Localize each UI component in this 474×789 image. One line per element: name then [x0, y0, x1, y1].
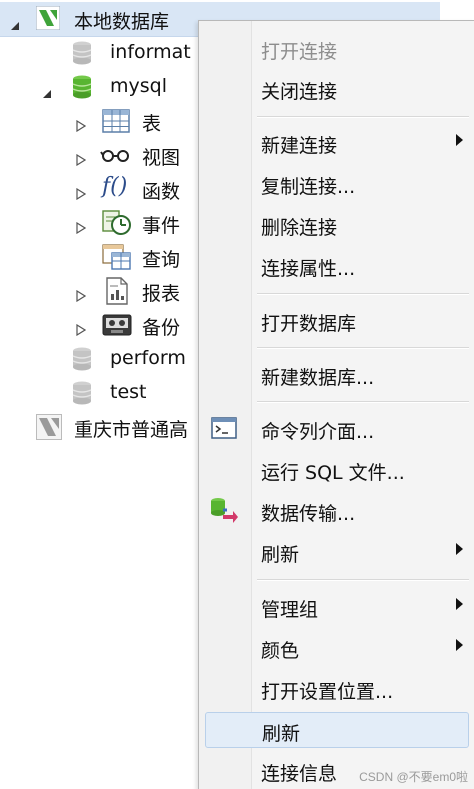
tree-item-label: 本地数据库 [74, 11, 170, 33]
menu-item-label: 刷新 [262, 723, 301, 745]
submenu-arrow-icon [456, 598, 463, 610]
connection-inactive-icon [36, 414, 62, 445]
menu-item-open-database[interactable]: 打开数据库 [199, 303, 474, 337]
mysql-connection-icon [35, 5, 61, 35]
event-clock-icon [102, 209, 132, 242]
function-fx-icon: f() [102, 174, 128, 199]
menu-separator [257, 293, 469, 295]
menu-separator [257, 579, 469, 581]
tree-item-label: 重庆市普通高 [74, 419, 189, 441]
menu-item-new-database[interactable]: 新建数据库... [199, 357, 474, 391]
menu-item-label: 打开数据库 [261, 313, 357, 335]
watermark: CSDN @不要em0啦 [359, 770, 468, 784]
tree-item-label: mysql [110, 75, 167, 97]
expanded-triangle-icon[interactable] [42, 82, 52, 104]
database-cylinder-icon [72, 75, 92, 104]
menu-item-label: 打开设置位置... [261, 681, 394, 703]
database-cylinder-icon [72, 41, 92, 70]
backup-tape-icon [102, 313, 132, 342]
menu-item-command-line[interactable]: 命令列介面... [199, 411, 474, 445]
menu-item-data-transfer[interactable]: 数据传输... [199, 493, 474, 527]
collapsed-triangle-icon[interactable] [76, 217, 87, 239]
menu-item-open-settings-location[interactable]: 打开设置位置... [199, 671, 474, 705]
menu-item-open-connection[interactable]: 打开连接 [199, 31, 474, 65]
tree-item-label: 查询 [142, 249, 181, 271]
glasses-view-icon [100, 146, 132, 169]
tree-item-label: 备份 [142, 317, 181, 339]
tree-item-label: 事件 [142, 215, 181, 237]
menu-item-refresh[interactable]: 刷新 [205, 712, 469, 748]
tree-item-label: informat [110, 41, 191, 63]
menu-item-label: 连接信息 [261, 763, 338, 785]
menu-item-new-connection[interactable]: 新建连接 [199, 125, 474, 159]
submenu-arrow-icon [456, 543, 463, 555]
console-icon [211, 417, 237, 444]
menu-separator [257, 401, 469, 403]
menu-item-refresh-submenu[interactable]: 刷新 [199, 534, 474, 568]
menu-item-label: 复制连接... [261, 176, 356, 198]
tree-item-label: 函数 [142, 181, 181, 203]
collapsed-triangle-icon[interactable] [76, 115, 87, 137]
menu-item-label: 删除连接 [261, 217, 338, 239]
menu-item-delete-connection[interactable]: 删除连接 [199, 207, 474, 241]
tree-item-label: 报表 [142, 283, 181, 305]
database-cylinder-icon [72, 347, 92, 376]
submenu-arrow-icon [456, 639, 463, 651]
tree-item-label: 表 [142, 113, 162, 135]
menu-item-label: 新建连接 [261, 135, 338, 157]
tree-item-label: perform [110, 347, 186, 369]
context-menu: 打开连接 关闭连接 新建连接 复制连接... 删除连接 连接属性... 打开数据… [198, 20, 474, 789]
menu-item-label: 颜色 [261, 640, 300, 662]
menu-item-label: 打开连接 [261, 41, 338, 63]
report-page-icon [106, 277, 128, 310]
collapsed-triangle-icon[interactable] [76, 319, 87, 341]
navicat-window: 本地数据库 informat mysql 表 视图 f() 函数 事件 查询 报… [0, 0, 474, 789]
menu-item-close-connection[interactable]: 关闭连接 [199, 71, 474, 105]
menu-item-connection-properties[interactable]: 连接属性... [199, 248, 474, 282]
query-table-icon [102, 244, 132, 275]
menu-item-manage-group[interactable]: 管理组 [199, 589, 474, 623]
menu-item-label: 刷新 [261, 544, 300, 566]
expanded-triangle-icon[interactable] [10, 14, 20, 36]
menu-separator [257, 347, 469, 349]
menu-item-label: 运行 SQL 文件... [261, 462, 405, 484]
menu-item-label: 连接属性... [261, 258, 356, 280]
menu-item-label: 命令列介面... [261, 421, 375, 443]
menu-item-label: 数据传输... [261, 503, 356, 525]
menu-item-run-sql-file[interactable]: 运行 SQL 文件... [199, 452, 474, 486]
table-grid-icon [102, 109, 130, 138]
tree-item-label: 视图 [142, 147, 181, 169]
submenu-arrow-icon [456, 134, 463, 146]
menu-item-label: 关闭连接 [261, 81, 338, 103]
collapsed-triangle-icon[interactable] [76, 285, 87, 307]
menu-item-color[interactable]: 颜色 [199, 630, 474, 664]
tree-item-label: test [110, 381, 147, 403]
collapsed-triangle-icon[interactable] [76, 183, 87, 205]
menu-item-label: 新建数据库... [261, 367, 375, 389]
menu-separator [257, 116, 469, 118]
database-cylinder-icon [72, 381, 92, 410]
menu-item-duplicate-connection[interactable]: 复制连接... [199, 166, 474, 200]
menu-item-label: 管理组 [261, 599, 319, 621]
data-transfer-icon [209, 496, 239, 529]
collapsed-triangle-icon[interactable] [76, 149, 87, 171]
